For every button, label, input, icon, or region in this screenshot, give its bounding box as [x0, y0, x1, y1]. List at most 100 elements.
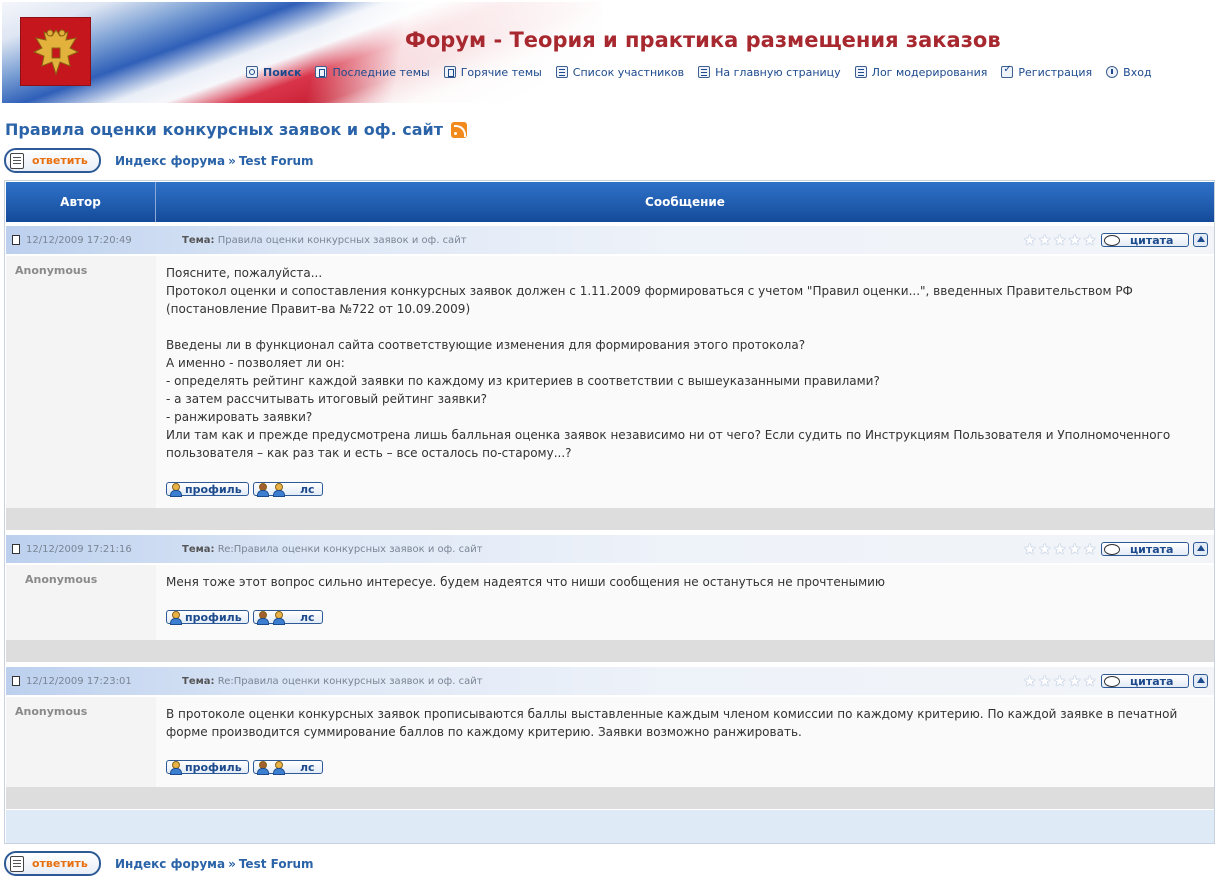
profile-button[interactable]: профиль — [166, 610, 249, 625]
star-icon[interactable]: ★ — [1038, 674, 1052, 689]
star-icon[interactable]: ★ — [1038, 233, 1052, 248]
post-body: Anonymous В протоколе оценки конкурсных … — [6, 697, 1214, 787]
nav-register[interactable]: Регистрация — [1001, 64, 1092, 79]
breadcrumb-test-forum[interactable]: Test Forum — [239, 857, 314, 871]
bottom-action-row: ответить Индекс форума» Test Forum — [4, 851, 314, 876]
speech-bubble-icon — [1104, 234, 1120, 246]
scroll-top-icon[interactable] — [1193, 233, 1208, 247]
private-message-button[interactable]: лс — [253, 760, 323, 775]
table-footer — [6, 810, 1214, 843]
posts-table: Автор Сообщение 12/12/2009 17:20:49 Тема… — [4, 180, 1215, 844]
post-document-icon — [12, 676, 20, 686]
star-icon[interactable]: ★ — [1068, 233, 1082, 248]
nav-search[interactable]: Поиск — [246, 66, 301, 79]
rss-icon[interactable] — [450, 121, 467, 138]
post-author: Anonymous — [6, 565, 156, 640]
nav-hot-topics[interactable]: Горячие темы — [443, 66, 542, 79]
breadcrumb-forum-index[interactable]: Индекс форума — [115, 857, 225, 871]
scroll-top-icon[interactable] — [1193, 542, 1208, 556]
post-date: 12/12/2009 17:23:01 — [26, 675, 132, 687]
scroll-top-icon[interactable] — [1193, 674, 1208, 688]
breadcrumb-test-forum[interactable]: Test Forum — [239, 154, 314, 168]
column-message: Сообщение — [645, 195, 725, 209]
private-message-button[interactable]: лс — [253, 610, 323, 625]
private-message-button[interactable]: лс — [253, 482, 323, 497]
post-header: 12/12/2009 17:23:01 Тема: Re:Правила оце… — [6, 667, 1214, 695]
post-content: В протоколе оценки конкурсных заявок про… — [156, 697, 1214, 787]
user-icon — [169, 482, 182, 497]
speech-bubble-icon — [1104, 543, 1120, 555]
post-divider — [6, 787, 1214, 809]
rating-stars[interactable]: ★ ★ ★ ★ ★ — [1023, 542, 1098, 557]
post-header: 12/12/2009 17:21:16 Тема: Re:Правила оце… — [6, 535, 1214, 563]
nav-home[interactable]: На главную страницу — [698, 66, 841, 79]
star-icon[interactable]: ★ — [1068, 542, 1082, 557]
post-document-icon — [12, 235, 20, 245]
reply-button-bottom[interactable]: ответить — [4, 851, 101, 876]
table-header: Автор Сообщение — [6, 182, 1214, 222]
star-icon[interactable]: ★ — [1083, 542, 1097, 557]
quote-button[interactable]: цитата — [1101, 674, 1189, 688]
top-action-row: ответить Индекс форума» Test Forum — [4, 148, 314, 173]
coat-of-arms-icon — [20, 17, 91, 86]
nav-moderation-log[interactable]: Лог модерирования — [854, 66, 987, 79]
breadcrumb: Индекс форума» Test Forum — [115, 856, 314, 871]
post-document-icon — [12, 544, 20, 554]
checkbox-icon — [1001, 64, 1014, 78]
document-icon — [443, 66, 456, 78]
nav-login[interactable]: Вход — [1106, 66, 1152, 79]
topic-title: Правила оценки конкурсных заявок и оф. с… — [5, 120, 467, 139]
nav-member-list[interactable]: Список участников — [555, 66, 684, 79]
post-tools: ★ ★ ★ ★ ★ цитата — [1023, 542, 1208, 557]
speech-bubble-icon — [1104, 675, 1120, 687]
reply-button-top[interactable]: ответить — [4, 148, 101, 173]
column-author: Автор — [6, 182, 156, 222]
search-icon — [246, 66, 258, 78]
post-subject: Тема: Re:Правила оценки конкурсных заяво… — [182, 543, 483, 555]
forum-title: Форум - Теория и практика размещения зак… — [405, 28, 1001, 52]
profile-button[interactable]: профиль — [166, 482, 249, 497]
post-text: Поясните, пожалуйста... Протокол оценки … — [166, 266, 1171, 460]
post-text: Меня тоже этот вопрос сильно интересуе. … — [166, 575, 886, 589]
nav-recent-topics[interactable]: Последние темы — [315, 66, 430, 79]
breadcrumb-forum-index[interactable]: Индекс форума — [115, 154, 225, 168]
notepad-icon — [10, 152, 24, 169]
star-icon[interactable]: ★ — [1068, 674, 1082, 689]
notepad-icon — [10, 855, 24, 872]
post-buttons: профиль лс — [166, 610, 327, 625]
post-tools: ★ ★ ★ ★ ★ цитата — [1023, 233, 1208, 248]
post-divider — [6, 640, 1214, 662]
power-icon — [1106, 66, 1119, 78]
list-icon — [555, 66, 568, 78]
rating-stars[interactable]: ★ ★ ★ ★ ★ — [1023, 233, 1098, 248]
star-icon[interactable]: ★ — [1023, 233, 1037, 248]
post-date: 12/12/2009 17:20:49 — [26, 234, 132, 246]
post-date: 12/12/2009 17:21:16 — [26, 543, 132, 555]
star-icon[interactable]: ★ — [1083, 233, 1097, 248]
breadcrumb: Индекс форума» Test Forum — [115, 153, 314, 168]
user-icon — [256, 610, 269, 625]
post-buttons: профиль лс — [166, 482, 327, 497]
profile-button[interactable]: профиль — [166, 760, 249, 775]
post-body: Anonymous Меня тоже этот вопрос сильно и… — [6, 565, 1214, 640]
star-icon[interactable]: ★ — [1053, 674, 1067, 689]
star-icon[interactable]: ★ — [1083, 674, 1097, 689]
post-author: Anonymous — [6, 256, 156, 508]
rating-stars[interactable]: ★ ★ ★ ★ ★ — [1023, 674, 1098, 689]
post-text: В протоколе оценки конкурсных заявок про… — [166, 707, 1182, 739]
list-icon — [854, 66, 867, 78]
post-tools: ★ ★ ★ ★ ★ цитата — [1023, 674, 1208, 689]
post-content: Меня тоже этот вопрос сильно интересуе. … — [156, 565, 1214, 640]
post-subject: Тема: Правила оценки конкурсных заявок и… — [182, 234, 467, 246]
star-icon[interactable]: ★ — [1053, 233, 1067, 248]
quote-button[interactable]: цитата — [1101, 542, 1189, 556]
star-icon[interactable]: ★ — [1038, 542, 1052, 557]
quote-button[interactable]: цитата — [1101, 233, 1189, 247]
main-nav: Поиск Последние темы Горячие темы Список… — [246, 64, 1166, 80]
user-icon — [272, 482, 285, 497]
user-icon — [169, 760, 182, 775]
star-icon[interactable]: ★ — [1023, 674, 1037, 689]
list-icon — [698, 66, 711, 78]
star-icon[interactable]: ★ — [1053, 542, 1067, 557]
star-icon[interactable]: ★ — [1023, 542, 1037, 557]
